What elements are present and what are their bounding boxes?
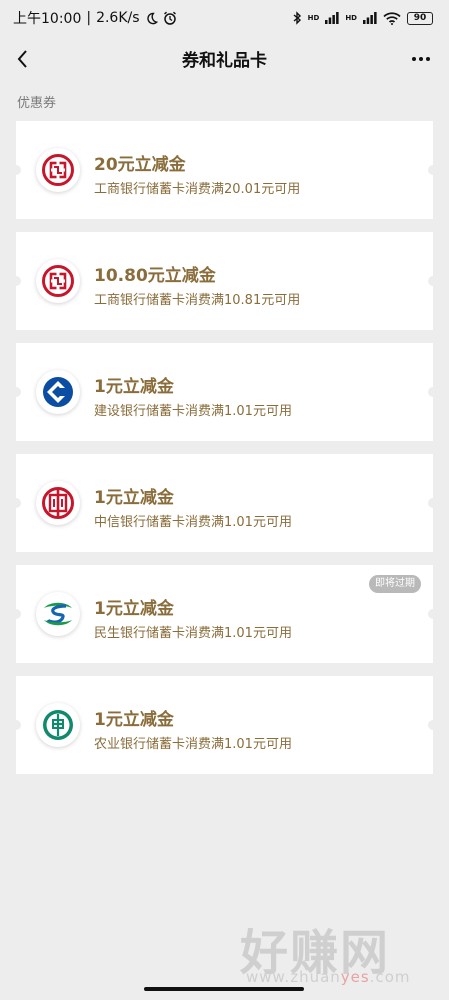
coupon-description: 工商银行储蓄卡消费满20.01元可用: [94, 182, 301, 197]
ccb-logo-icon: [36, 370, 80, 414]
watermark-url-prefix: www.zhuan: [246, 968, 341, 986]
icbc-logo-icon: [36, 259, 80, 303]
wifi-icon: [383, 11, 401, 25]
expiring-soon-badge: 即将过期: [369, 575, 421, 593]
watermark-url: www.zhuanyes.com: [246, 968, 411, 986]
status-right: HD HD 90: [292, 11, 433, 25]
coupon-description: 工商银行储蓄卡消费满10.81元可用: [94, 293, 301, 308]
coupon-title: 20元立减金: [94, 155, 186, 175]
status-separator: |: [86, 10, 92, 26]
more-dots-icon[interactable]: [409, 47, 433, 71]
back-arrow-icon[interactable]: [12, 47, 36, 71]
nav-bar: 券和礼品卡: [0, 38, 449, 78]
icbc-logo-icon: [36, 148, 80, 192]
network-speed: 2.6K/s: [96, 10, 140, 26]
coupon-title: 1元立减金: [94, 599, 174, 619]
coupon-description: 中信银行储蓄卡消费满1.01元可用: [94, 515, 292, 530]
coupon-title: 10.80元立减金: [94, 266, 216, 286]
abc-logo-icon: [36, 703, 80, 747]
home-indicator[interactable]: [144, 987, 304, 991]
signal-hd-label-2: HD: [345, 14, 357, 22]
alarm-icon: [163, 11, 176, 25]
status-bar: 上午10:00 | 2.6K/s HD HD 90: [0, 0, 449, 36]
coupon-card[interactable]: 1元立减金 民生银行储蓄卡消费满1.01元可用 即将过期: [11, 565, 438, 663]
coupon-description: 建设银行储蓄卡消费满1.01元可用: [94, 404, 292, 419]
coupon-title: 1元立减金: [94, 377, 174, 397]
citic-logo-icon: [36, 481, 80, 525]
bluetooth-icon: [293, 11, 301, 25]
coupon-card[interactable]: 1元立减金 建设银行储蓄卡消费满1.01元可用: [11, 343, 438, 441]
moon-icon: [146, 12, 158, 24]
coupon-description: 民生银行储蓄卡消费满1.01元可用: [94, 626, 292, 641]
status-time: 上午10:00: [13, 11, 82, 27]
status-left: 上午10:00 | 2.6K/s: [13, 8, 177, 28]
coupon-title: 1元立减金: [94, 710, 174, 730]
page-title: 券和礼品卡: [182, 50, 267, 71]
coupon-card[interactable]: 20元立减金 工商银行储蓄卡消费满20.01元可用: [11, 121, 438, 219]
signal-icon-2: [363, 12, 377, 24]
section-label-coupons: 优惠券: [17, 96, 57, 111]
coupon-list: 20元立减金 工商银行储蓄卡消费满20.01元可用 10.80元立减金 工商银行…: [11, 121, 438, 787]
watermark-url-accent: yes: [340, 968, 370, 986]
coupon-card[interactable]: 10.80元立减金 工商银行储蓄卡消费满10.81元可用: [11, 232, 438, 330]
battery-indicator: 90: [407, 11, 433, 25]
coupon-card[interactable]: 1元立减金 中信银行储蓄卡消费满1.01元可用: [11, 454, 438, 552]
coupon-description: 农业银行储蓄卡消费满1.01元可用: [94, 737, 292, 752]
coupon-card[interactable]: 1元立减金 农业银行储蓄卡消费满1.01元可用: [11, 676, 438, 774]
watermark-url-suffix: .com: [369, 968, 411, 986]
cmbc-logo-icon: [36, 592, 80, 636]
signal-hd-label-1: HD: [307, 14, 320, 22]
coupon-title: 1元立减金: [94, 488, 174, 508]
signal-icon-1: [325, 12, 339, 24]
